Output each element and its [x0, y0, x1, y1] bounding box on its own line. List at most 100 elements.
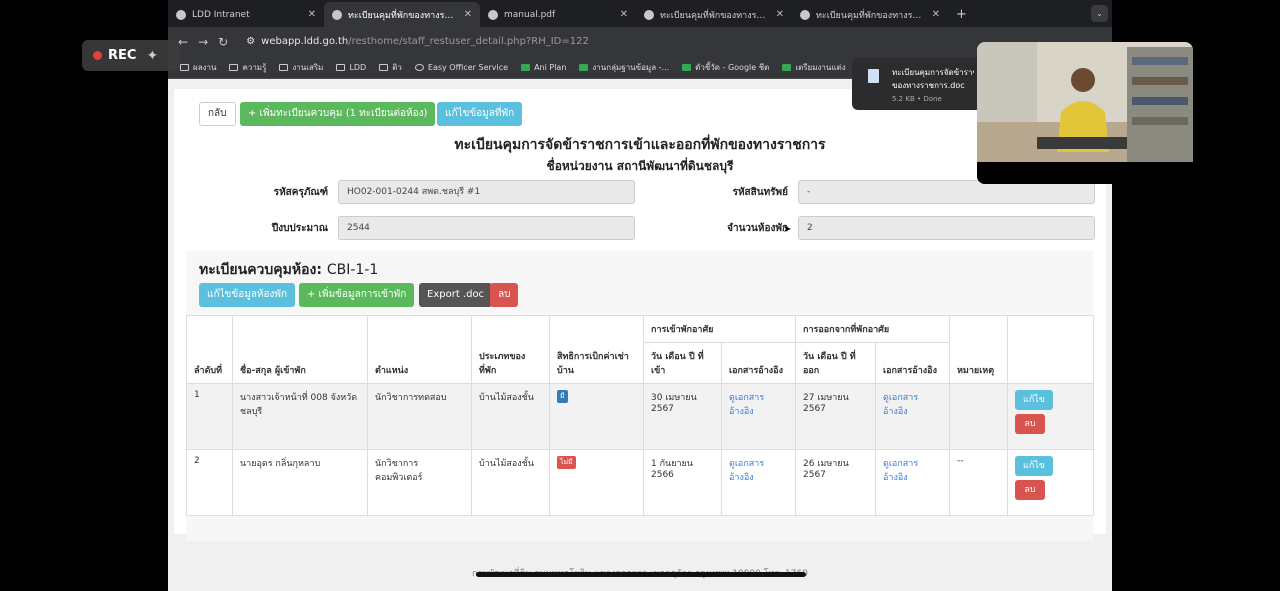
cell-actions: แก้ไข ลบ: [1007, 449, 1094, 516]
sheets-icon: [579, 63, 589, 71]
add-checkin-button[interactable]: + เพิ่มข้อมูลการเข้าพัก: [299, 283, 415, 307]
new-tab-button[interactable]: +: [948, 7, 975, 27]
site-settings-icon[interactable]: ⚙: [246, 36, 255, 47]
col-rent-right: สิทธิการเบิกค่าเช่าบ้าน: [549, 315, 644, 384]
close-icon[interactable]: ✕: [620, 9, 628, 20]
delete-room-button[interactable]: ลบ: [490, 283, 519, 307]
favicon-icon: [332, 9, 342, 20]
bookmark-label: ติว: [392, 62, 402, 72]
edit-row-button[interactable]: แก้ไข: [1015, 456, 1053, 476]
budget-year-field[interactable]: 2544: [338, 216, 635, 240]
bookmark-folder[interactable]: งานเสริม: [279, 61, 323, 74]
cell-right: ไม่มี: [549, 449, 644, 516]
bookmark-label: ความรู้: [242, 62, 267, 72]
tab-title: LDD Intranet: [192, 9, 250, 20]
tab-title: ทะเบียนคุมที่พักของทางราชการ: [348, 10, 458, 21]
tab-title: ทะเบียนคุมที่พักของทางราชการ: [660, 10, 770, 21]
download-status: 5.2 KB • Done: [892, 95, 942, 103]
rent-right-badge: ไม่มี: [557, 456, 576, 469]
bookmark-link[interactable]: ตัวชี้วัด - Google ชีต: [682, 61, 769, 74]
cell-checkout-doc: ดูเอกสารอ้างอิง: [875, 449, 950, 516]
webcam-feed-image: [977, 42, 1193, 184]
cell-name: นางสาวเจ้าหน้าที่ 008 จังหวัดชลบุรี: [232, 383, 368, 450]
page-subtitle: ชื่อหน่วยงาน สถานีพัฒนาที่ดินชลบุรี: [546, 159, 734, 173]
bookmark-link[interactable]: Ani Plan: [521, 63, 566, 72]
web-page: กลับ + เพิ่มทะเบียนควบคุม (1 ทะเบียนต่อห…: [168, 79, 1112, 591]
bookmark-label: เตรียมงานแต่ง: [795, 62, 846, 72]
bookmark-folder[interactable]: ความรู้: [229, 61, 266, 74]
site-icon: [414, 63, 424, 71]
bookmark-link[interactable]: เตรียมงานแต่ง: [782, 61, 846, 74]
bookmark-folder[interactable]: LDD: [336, 63, 366, 72]
view-document-link[interactable]: ดูเอกสารอ้างอิง: [883, 393, 918, 417]
col-group-checkout: การออกจากที่พักอาศัย: [795, 315, 950, 343]
room-count-field[interactable]: 2: [798, 216, 1095, 240]
room-register-prefix: ทะเบียนควบคุมห้อง:: [199, 262, 322, 278]
view-document-link[interactable]: ดูเอกสารอ้างอิง: [883, 459, 918, 483]
view-document-link[interactable]: ดูเอกสารอ้างอิง: [729, 393, 764, 417]
table-row: 2 นายอุดร กลิ่นกุหลาบ นักวิชาการคอมพิวเต…: [186, 449, 1094, 516]
tab-title: ทะเบียนคุมที่พักของทางราชการ: [816, 10, 926, 21]
cell-checkin-date: 30 เมษายน 2567: [643, 383, 722, 450]
download-popup[interactable]: ทะเบียนคุมการจัดข้าราช ของทางราชการ.doc …: [852, 58, 982, 110]
edit-row-button[interactable]: แก้ไข: [1015, 390, 1053, 410]
cell-type: บ้านไม้สองชั้น: [471, 449, 550, 516]
bookmark-label: Easy Officer Service: [427, 62, 509, 72]
col-note: หมายเหตุ: [949, 315, 1008, 384]
favicon-icon: [176, 9, 186, 20]
page-title: ทะเบียนคุมการจัดข้าราชการเข้าและออกที่พั…: [454, 137, 826, 153]
recording-indicator[interactable]: REC ✦: [82, 40, 180, 71]
col-residence-type: ประเภทของที่พัก: [471, 315, 550, 384]
close-icon[interactable]: ✕: [308, 9, 316, 20]
edit-residence-button[interactable]: แก้ไขข้อมูลที่พัก: [437, 102, 523, 126]
tab-search-icon[interactable]: ⌄: [1091, 5, 1108, 22]
cell-no: 1: [186, 383, 233, 450]
folder-icon: [180, 63, 189, 71]
bookmark-folder[interactable]: ผลงาน: [180, 61, 216, 74]
tab-title: manual.pdf: [504, 9, 556, 20]
document-icon: [868, 69, 879, 83]
reload-icon[interactable]: ↻: [218, 35, 228, 49]
col-checkout-date: วัน เดือน ปี ที่ออก: [795, 342, 876, 384]
webcam-overlay[interactable]: [977, 42, 1193, 184]
close-icon[interactable]: ✕: [932, 9, 940, 20]
tab-ldd-intranet[interactable]: LDD Intranet ✕: [168, 2, 324, 27]
back-button[interactable]: กลับ: [199, 102, 236, 126]
close-icon[interactable]: ✕: [464, 9, 472, 20]
bookmark-link[interactable]: Easy Officer Service: [414, 62, 509, 72]
tab-manual-pdf[interactable]: manual.pdf ✕: [480, 2, 636, 27]
asset-code-label: รหัสสินทรัพย์: [732, 187, 788, 198]
folder-icon: [229, 63, 239, 71]
bookmark-link[interactable]: งานกลุ่มฐานข้อมูล -...: [579, 61, 669, 74]
bookmark-label: งานเสริม: [292, 62, 324, 72]
export-doc-button[interactable]: Export .doc: [419, 283, 493, 307]
col-name: ชื่อ-สกุล ผู้เข้าพัก: [232, 315, 368, 384]
rent-right-badge: มี: [557, 390, 568, 403]
view-document-link[interactable]: ดูเอกสารอ้างอิง: [729, 459, 764, 483]
download-filename-2: ของทางราชการ.doc: [892, 81, 965, 90]
tab-residence-register-active[interactable]: ทะเบียนคุมที่พักของทางราชการ ✕: [324, 2, 480, 27]
checkin-register-table: ลำดับที่ ชื่อ-สกุล ผู้เข้าพัก ตำแหน่ง ปร…: [186, 315, 1094, 516]
add-control-register-button[interactable]: + เพิ่มทะเบียนควบคุม (1 ทะเบียนต่อห้อง): [240, 102, 436, 126]
cell-position: นักวิชาการทดสอบ: [367, 383, 472, 450]
col-checkout-doc: เอกสารอ้างอิง: [875, 342, 950, 384]
tab-residence-register-2[interactable]: ทะเบียนคุมที่พักของทางราชการ ✕: [636, 2, 792, 27]
cell-checkout-date: 26 เมษายน 2567: [795, 449, 876, 516]
url-path: /resthome/staff_restuser_detail.php?RH_I…: [348, 36, 589, 47]
edit-room-button[interactable]: แก้ไขข้อมูลห้องพัก: [199, 283, 296, 307]
delete-row-button[interactable]: ลบ: [1015, 414, 1045, 434]
equipment-code-field[interactable]: HO02-001-0244 สพด.ชลบุรี #1: [338, 180, 635, 204]
cell-note: --: [949, 449, 1008, 516]
bookmark-label: ผลงาน: [193, 62, 217, 72]
tab-residence-register-3[interactable]: ทะเบียนคุมที่พักของทางราชการ ✕: [792, 2, 948, 27]
cell-checkout-doc: ดูเอกสารอ้างอิง: [875, 383, 950, 450]
bookmark-folder[interactable]: ติว: [379, 61, 402, 74]
forward-arrow-icon[interactable]: →: [198, 35, 208, 49]
delete-row-button[interactable]: ลบ: [1015, 480, 1045, 500]
horizontal-scrollbar[interactable]: [476, 572, 806, 577]
room-register-title: ทะเบียนควบคุมห้อง: CBI-1-1: [199, 259, 378, 281]
close-icon[interactable]: ✕: [776, 9, 784, 20]
address-bar[interactable]: ⚙ webapp.ldd.go.th/resthome/staff_restus…: [238, 32, 738, 52]
cell-type: บ้านไม้สองชั้น: [471, 383, 550, 450]
cell-no: 2: [186, 449, 233, 516]
